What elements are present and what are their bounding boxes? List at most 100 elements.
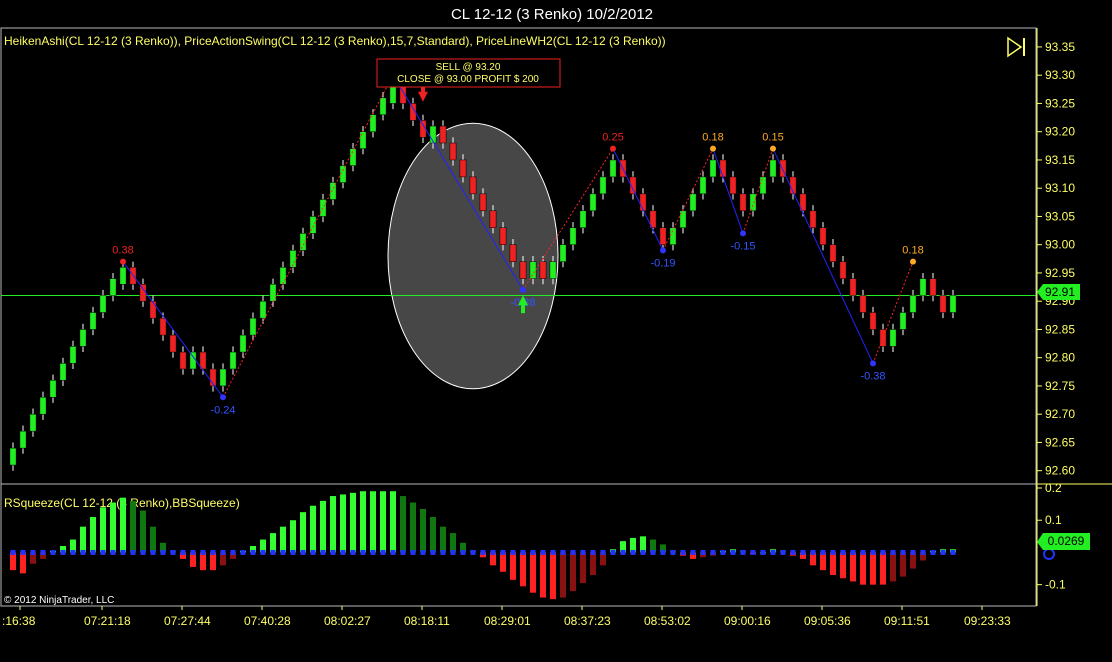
squeeze-dot bbox=[930, 549, 936, 555]
bear-candle bbox=[459, 159, 467, 178]
bull-candle bbox=[189, 351, 197, 370]
squeeze-bar-positive bbox=[90, 517, 96, 553]
price-tick-label: 93.05 bbox=[1045, 209, 1075, 223]
bear-candle bbox=[639, 193, 647, 212]
bull-candle bbox=[299, 233, 307, 251]
bear-candle bbox=[469, 176, 477, 195]
time-axis: :16:38 07:21:18 07:27:44 07:40:28 08:02:27 08… bbox=[2, 606, 1011, 628]
squeeze-dot bbox=[360, 549, 366, 555]
bull-candle bbox=[119, 267, 127, 285]
squeeze-bar-positive bbox=[310, 505, 316, 553]
squeeze-dot bbox=[880, 549, 886, 555]
time-tick-label: 09:11:51 bbox=[884, 614, 930, 628]
price-tick-label: 93.15 bbox=[1045, 153, 1075, 167]
squeeze-bar-positive bbox=[400, 496, 406, 553]
squeeze-dot bbox=[250, 549, 256, 555]
squeeze-dot bbox=[500, 549, 506, 555]
bull-candle bbox=[39, 397, 47, 415]
bear-candle bbox=[659, 227, 667, 245]
swing-line bbox=[122, 261, 224, 398]
bull-candle bbox=[79, 329, 87, 347]
bull-candle bbox=[109, 278, 117, 296]
time-tick-label: 08:02:27 bbox=[324, 614, 371, 628]
price-tick-label: 92.75 bbox=[1045, 379, 1075, 393]
bull-candle bbox=[359, 131, 367, 149]
squeeze-bar-positive bbox=[110, 502, 116, 553]
squeeze-dot bbox=[540, 549, 546, 555]
swing-point bbox=[120, 258, 126, 265]
squeeze-dot bbox=[410, 549, 416, 555]
squeeze-dot bbox=[670, 549, 676, 555]
squeeze-bar-negative bbox=[870, 552, 876, 585]
squeeze-bar-positive bbox=[290, 520, 296, 553]
bull-candle bbox=[759, 176, 767, 195]
squeeze-bar-negative bbox=[580, 552, 586, 584]
price-tick-label: 92.65 bbox=[1045, 435, 1075, 449]
squeeze-dot bbox=[450, 549, 456, 555]
squeeze-dot bbox=[700, 549, 706, 555]
squeeze-dot bbox=[10, 549, 16, 555]
bull-candle bbox=[49, 380, 57, 398]
squeeze-dot bbox=[800, 549, 806, 555]
bear-candle bbox=[509, 244, 517, 262]
squeeze-dot bbox=[190, 549, 196, 555]
price-axis: 93.35 93.30 93.25 93.20 93.15 93.10 93.05 93.00… bbox=[1037, 40, 1075, 478]
squeeze-tick-label: 0.1 bbox=[1045, 513, 1062, 527]
squeeze-bar-negative bbox=[210, 552, 216, 571]
squeeze-dot bbox=[480, 549, 486, 555]
bear-candle bbox=[939, 295, 947, 313]
squeeze-dot bbox=[200, 549, 206, 555]
squeeze-bar-positive bbox=[150, 526, 156, 553]
bear-candle bbox=[439, 125, 447, 144]
squeeze-dot bbox=[390, 549, 396, 555]
price-tick-label: 93.35 bbox=[1045, 40, 1075, 54]
play-next-icon[interactable] bbox=[1007, 36, 1025, 58]
squeeze-bar-negative bbox=[850, 552, 856, 582]
bull-candle bbox=[749, 193, 757, 212]
squeeze-dot bbox=[330, 549, 336, 555]
swing-label: -0.19 bbox=[650, 257, 675, 269]
annotation-line-1: SELL @ 93.20 bbox=[436, 62, 501, 73]
squeeze-bar-negative bbox=[890, 552, 896, 582]
squeeze-dot bbox=[610, 549, 616, 555]
bear-candle bbox=[489, 210, 497, 229]
squeeze-bar-negative bbox=[900, 552, 906, 577]
squeeze-bar-negative bbox=[10, 552, 16, 571]
squeeze-bar-positive bbox=[100, 507, 106, 553]
bear-candle bbox=[729, 176, 737, 195]
bull-candle bbox=[689, 193, 697, 212]
squeeze-bar-positive bbox=[340, 494, 346, 553]
bull-candle bbox=[569, 227, 577, 245]
squeeze-dot bbox=[730, 549, 736, 555]
squeeze-bar-positive bbox=[140, 510, 146, 553]
squeeze-bar-positive bbox=[390, 491, 396, 553]
bear-candle bbox=[449, 142, 457, 161]
bear-candle bbox=[169, 334, 177, 353]
bear-candle bbox=[809, 210, 817, 229]
squeeze-dot bbox=[380, 549, 386, 555]
bull-candle bbox=[949, 295, 957, 313]
squeeze-dot bbox=[810, 549, 816, 555]
time-tick-label: 08:37:23 bbox=[564, 614, 611, 628]
bear-candle bbox=[869, 312, 877, 330]
squeeze-dot bbox=[20, 549, 26, 555]
bear-candle bbox=[149, 300, 157, 319]
squeeze-dot bbox=[270, 549, 276, 555]
bull-candle bbox=[589, 193, 597, 212]
squeeze-dot bbox=[460, 549, 466, 555]
squeeze-dot bbox=[120, 549, 126, 555]
bull-candle bbox=[919, 278, 927, 296]
squeeze-bar-positive bbox=[370, 491, 376, 553]
squeeze-bar-negative bbox=[510, 552, 516, 580]
bull-candle bbox=[389, 86, 397, 104]
squeeze-dot bbox=[740, 549, 746, 555]
price-tick-label: 92.80 bbox=[1045, 351, 1075, 365]
last-price-label: 92.91 bbox=[1045, 285, 1075, 299]
swing-line bbox=[612, 148, 664, 251]
bull-candle bbox=[319, 199, 327, 217]
swing-label: 0.38 bbox=[112, 245, 133, 257]
squeeze-dot bbox=[640, 549, 646, 555]
time-tick-label: 07:27:44 bbox=[164, 614, 211, 628]
squeeze-dot bbox=[840, 549, 846, 555]
bull-candle bbox=[89, 312, 97, 330]
